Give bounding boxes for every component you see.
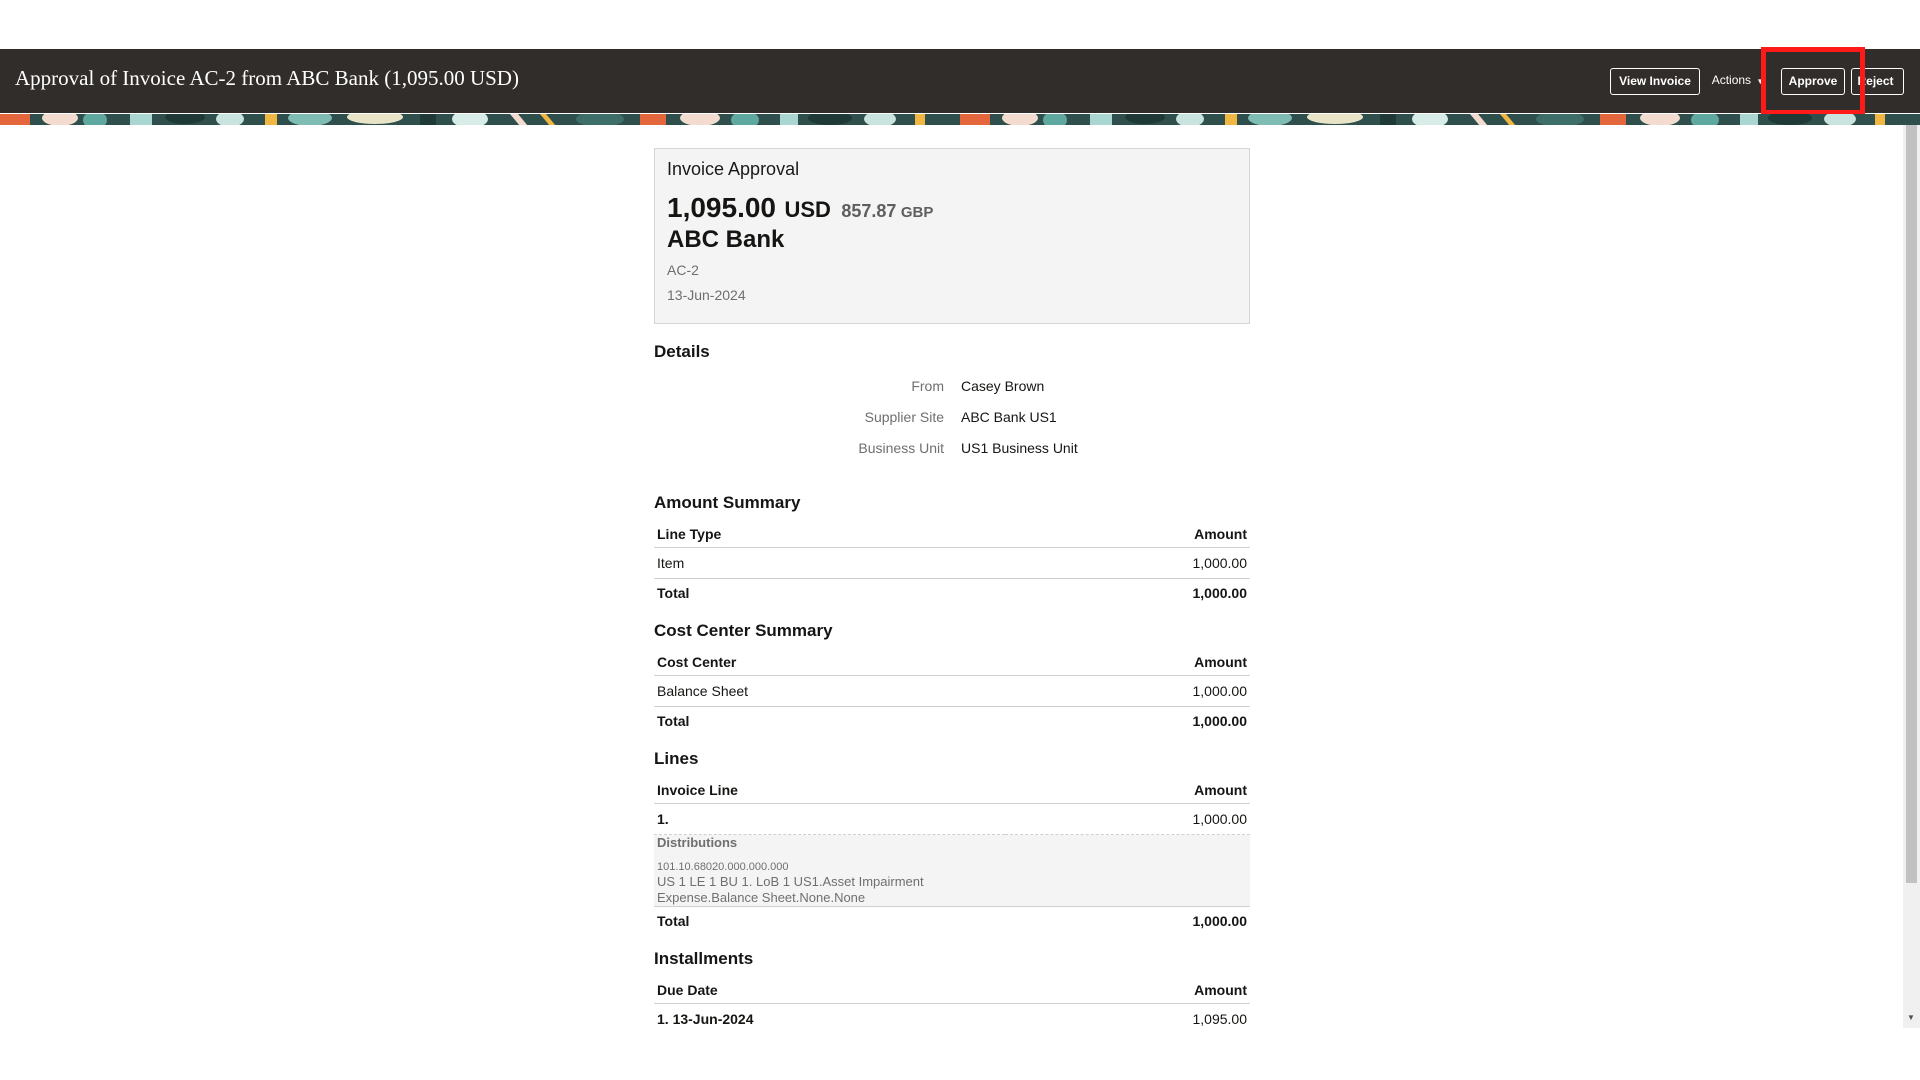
total-amount: 1,000.00 bbox=[1192, 913, 1248, 929]
lines-heading: Lines bbox=[654, 749, 699, 768]
detail-label: From bbox=[911, 377, 944, 394]
table-row: 1. 13-Jun-2024 1,095.00 bbox=[654, 1004, 1250, 1035]
invoice-amount: 1,095.00 USD 857.87 GBP bbox=[667, 192, 1237, 224]
due-date-cell: 1. 13-Jun-2024 bbox=[657, 1011, 754, 1027]
reject-button[interactable]: Reject bbox=[1851, 68, 1904, 95]
column-header: Invoice Line bbox=[654, 777, 1006, 804]
total-amount: 1,000.00 bbox=[1192, 585, 1248, 601]
total-label: Total bbox=[657, 585, 690, 601]
distributions-row: Distributions 101.10.68020.000.000.000 U… bbox=[654, 834, 1250, 907]
amount-currency: USD bbox=[784, 197, 831, 222]
details-heading: Details bbox=[654, 342, 710, 361]
table-header-row: Line Type Amount bbox=[654, 521, 1250, 548]
amount-cell: 1,095.00 bbox=[1192, 1011, 1248, 1027]
amount-summary-heading: Amount Summary bbox=[654, 493, 801, 512]
detail-label: Supplier Site bbox=[864, 408, 944, 425]
invoice-summary-card: Invoice Approval 1,095.00 USD 857.87 GBP… bbox=[654, 148, 1250, 324]
total-label: Total bbox=[657, 713, 690, 729]
page-header: Approval of Invoice AC-2 from ABC Bank (… bbox=[0, 49, 1920, 113]
detail-value: Casey Brown bbox=[961, 377, 1045, 394]
decorative-banner bbox=[0, 113, 1920, 125]
chevron-down-icon: ▼ bbox=[1756, 77, 1765, 86]
line-number-cell: 1. bbox=[654, 803, 1006, 835]
total-row: Total 1,000.00 bbox=[654, 579, 1250, 608]
invoice-lines-table: Invoice Line Amount 1. 1,000.00 Distribu… bbox=[654, 777, 1250, 935]
secondary-amount-currency: GBP bbox=[900, 204, 934, 221]
table-header-row: Invoice Line Amount bbox=[654, 777, 1250, 804]
vertical-scrollbar[interactable]: ▼ bbox=[1903, 125, 1920, 1028]
detail-label: Business Unit bbox=[858, 439, 944, 456]
distribution-description: US 1 LE 1 BU 1. LoB 1 US1.Asset Impairme… bbox=[657, 874, 924, 889]
table-header-row: Cost Center Amount bbox=[654, 649, 1250, 676]
detail-row-supplier-site: Supplier Site ABC Bank US1 bbox=[654, 401, 1250, 432]
column-header: Amount bbox=[1005, 777, 1250, 804]
scroll-down-arrow-icon[interactable]: ▼ bbox=[1907, 1013, 1915, 1022]
supplier-name: ABC Bank bbox=[667, 226, 785, 253]
invoice-date: 13-Jun-2024 bbox=[667, 287, 746, 303]
installments-table: Due Date Amount 1. 13-Jun-2024 1,095.00 bbox=[654, 977, 1250, 1034]
actions-menu-button[interactable]: Actions ▼ bbox=[1710, 68, 1766, 95]
column-header: Cost Center bbox=[654, 649, 1022, 676]
total-row: Total 1,000.00 bbox=[654, 707, 1250, 736]
table-row: Item 1,000.00 bbox=[654, 547, 1250, 579]
cost-center-cell: Balance Sheet bbox=[654, 675, 1022, 707]
column-header: Amount bbox=[974, 521, 1250, 548]
banner-pattern-icon bbox=[0, 113, 1920, 125]
distribution-code: 101.10.68020.000.000.000 bbox=[657, 861, 789, 873]
invoice-approval-content: Invoice Approval 1,095.00 USD 857.87 GBP… bbox=[654, 148, 1250, 1034]
reject-label: Reject bbox=[1857, 74, 1894, 88]
page-title: Approval of Invoice AC-2 from ABC Bank (… bbox=[15, 66, 519, 90]
total-label: Total bbox=[657, 913, 690, 929]
column-header: Amount bbox=[1028, 977, 1250, 1004]
approve-button[interactable]: Approve bbox=[1781, 68, 1845, 95]
detail-row-from: From Casey Brown bbox=[654, 370, 1250, 401]
amount-cell: 1,000.00 bbox=[1021, 675, 1250, 707]
distributions-panel: Distributions 101.10.68020.000.000.000 U… bbox=[654, 834, 1250, 907]
cost-center-summary-heading: Cost Center Summary bbox=[654, 621, 833, 640]
secondary-amount-value: 857.87 bbox=[841, 201, 897, 221]
detail-value: ABC Bank US1 bbox=[961, 408, 1057, 425]
view-invoice-button[interactable]: View Invoice bbox=[1610, 68, 1700, 95]
invoice-number: AC-2 bbox=[667, 262, 699, 278]
card-title: Invoice Approval bbox=[667, 159, 800, 179]
installments-heading: Installments bbox=[654, 949, 754, 968]
table-row: 1. 1,000.00 bbox=[654, 803, 1250, 835]
table-header-row: Due Date Amount bbox=[654, 977, 1250, 1004]
column-header: Due Date bbox=[654, 977, 1029, 1004]
total-row: Total 1,000.00 bbox=[654, 907, 1250, 936]
total-amount: 1,000.00 bbox=[1192, 713, 1248, 729]
table-row: Balance Sheet 1,000.00 bbox=[654, 675, 1250, 707]
scrollbar-thumb[interactable] bbox=[1906, 125, 1917, 883]
line-amount-cell: 1,000.00 bbox=[1005, 803, 1250, 835]
amount-value: 1,095.00 bbox=[667, 192, 776, 223]
column-header: Amount bbox=[1021, 649, 1250, 676]
line-type-cell: Item bbox=[654, 547, 975, 579]
distribution-description: Expense.Balance Sheet.None.None bbox=[657, 890, 866, 905]
detail-value: US1 Business Unit bbox=[961, 439, 1078, 456]
amount-summary-table: Line Type Amount Item 1,000.00 Total 1,0… bbox=[654, 521, 1250, 607]
amount-cell: 1,000.00 bbox=[974, 547, 1250, 579]
column-header: Line Type bbox=[654, 521, 975, 548]
cost-center-summary-table: Cost Center Amount Balance Sheet 1,000.0… bbox=[654, 649, 1250, 735]
details-list: From Casey Brown Supplier Site ABC Bank … bbox=[654, 370, 1250, 463]
detail-row-business-unit: Business Unit US1 Business Unit bbox=[654, 432, 1250, 463]
actions-label: Actions bbox=[1711, 73, 1752, 87]
distributions-label: Distributions bbox=[657, 835, 738, 850]
